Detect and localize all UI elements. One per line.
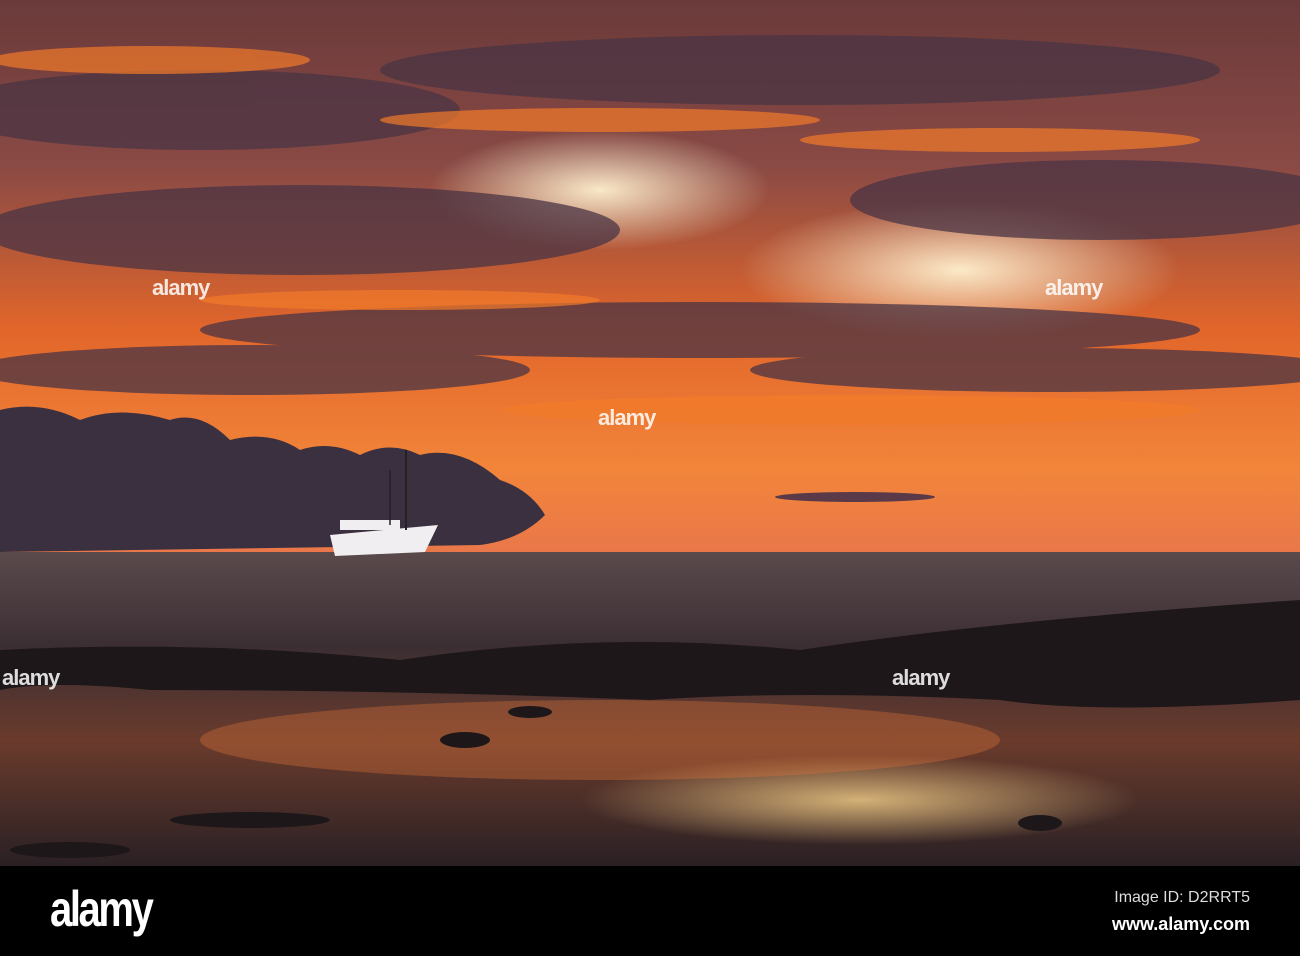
image-id: Image ID: D2RRT5 — [1114, 889, 1250, 906]
stock-photo: alamy alamy alamy alamy alamy alamy Imag… — [0, 0, 1300, 956]
watermark: alamy — [892, 665, 950, 690]
watermark: alamy — [1045, 275, 1103, 300]
watermark: alamy — [2, 665, 60, 690]
site-url: www.alamy.com — [1111, 914, 1250, 934]
watermark: alamy — [152, 275, 210, 300]
footer-bar: alamy Image ID: D2RRT5 www.alamy.com — [0, 866, 1300, 956]
alamy-logo: alamy — [50, 881, 154, 937]
watermark: alamy — [598, 405, 656, 430]
sunset-seascape-photo — [0, 0, 1300, 866]
